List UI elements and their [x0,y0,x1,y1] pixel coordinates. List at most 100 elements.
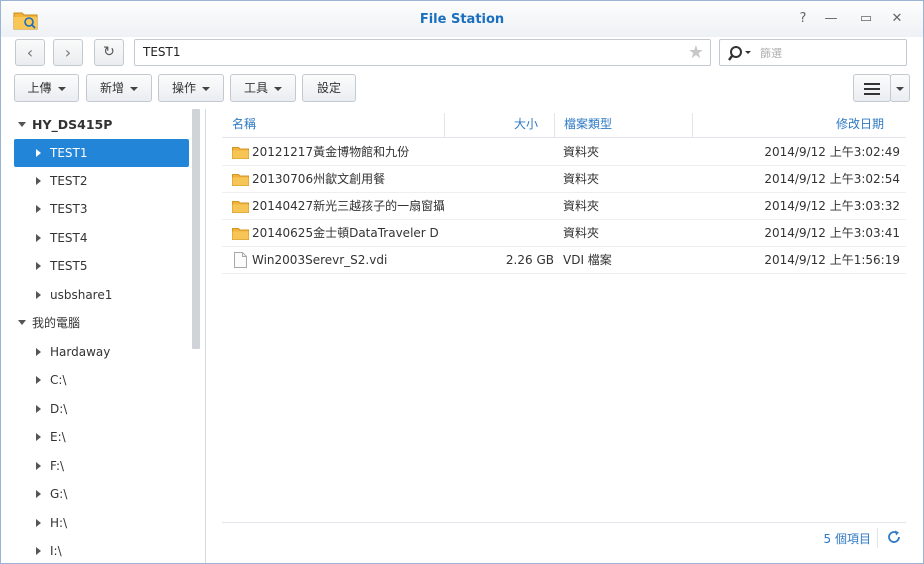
column-modified[interactable]: 修改日期 [836,111,884,138]
sidebar-item-test2[interactable]: TEST2 [14,167,189,195]
table-row[interactable]: Win2003Serevr_S2.vdi 2.26 GB VDI 檔案 2014… [222,247,906,274]
file-modified: 2014/9/12 上午3:03:41 [764,226,900,240]
folder-icon [232,174,249,186]
sidebar-item-drive-h[interactable]: H:\ [14,509,189,537]
column-divider [444,113,445,137]
folder-icon [232,228,249,240]
file-type: 資料夾 [563,226,600,240]
file-icon [234,252,247,268]
column-type[interactable]: 檔案類型 [564,111,612,138]
sidebar-item-drive-f[interactable]: F:\ [14,452,189,480]
create-button[interactable]: 新增 [86,74,152,102]
create-label: 新增 [99,81,124,95]
collapse-arrow-icon[interactable] [36,433,41,441]
action-label: 操作 [171,81,196,95]
view-options-button[interactable] [890,74,910,102]
sidebar-item-label: TEST4 [50,231,88,245]
tree-root-hy-ds415p[interactable]: HY_DS415P [14,111,194,139]
sidebar-item-label: TEST5 [50,259,88,273]
refresh-icon[interactable] [886,529,902,545]
sidebar-item-label: D:\ [50,402,68,416]
chevron-down-icon [274,86,282,91]
tree-root-my-computer[interactable]: 我的電腦 [14,309,194,337]
path-field[interactable]: TEST1 ★ [134,39,711,66]
sidebar-item-drive-c[interactable]: C:\ [14,366,189,394]
tools-button[interactable]: 工具 [230,74,296,102]
sidebar-item-label: H:\ [50,516,68,530]
collapse-arrow-icon[interactable] [36,547,41,555]
folder-icon [232,201,249,213]
collapse-arrow-icon[interactable] [36,348,41,356]
sidebar-item-label: I:\ [50,544,62,558]
sidebar-item-label: F:\ [50,459,65,473]
folder-icon [232,147,249,159]
sidebar-item-test3[interactable]: TEST3 [14,195,189,223]
table-row[interactable]: 20121217黃金博物館和九份 資料夾 2014/9/12 上午3:02:49 [222,139,906,166]
file-modified: 2014/9/12 上午3:02:54 [764,172,900,186]
sidebar-item-hardaway[interactable]: Hardaway [14,338,189,366]
view-mode-button[interactable] [853,74,891,102]
sidebar-scrollbar[interactable] [192,109,200,349]
collapse-arrow-icon[interactable] [36,405,41,413]
sidebar-item-drive-i[interactable]: I:\ [14,537,189,563]
back-button[interactable]: ‹ [15,39,45,66]
collapse-arrow-icon[interactable] [36,262,41,270]
collapse-arrow-icon[interactable] [36,149,41,157]
file-name: 20121217黃金博物館和九份 [252,145,410,159]
status-bar: 5 個項目 [222,522,906,552]
sidebar-item-label: TEST1 [50,146,88,160]
expand-arrow-icon[interactable] [18,122,26,127]
tree-root-label: HY_DS415P [32,117,113,132]
sidebar-item-drive-e[interactable]: E:\ [14,423,189,451]
footer-divider [877,528,878,548]
action-button[interactable]: 操作 [158,74,224,102]
sidebar-item-label: TEST2 [50,174,88,188]
sidebar-item-label: C:\ [50,373,67,387]
upload-button[interactable]: 上傳 [14,74,79,102]
file-modified: 2014/9/12 上午3:03:32 [764,199,900,213]
close-icon[interactable]: ✕ [889,11,905,27]
search-icon[interactable] [728,44,754,62]
collapse-arrow-icon[interactable] [36,291,41,299]
refresh-button[interactable]: ↻ [94,39,124,66]
navigation-bar: ‹ › ↻ TEST1 ★ [1,37,923,71]
collapse-arrow-icon[interactable] [36,462,41,470]
sidebar-item-label: usbshare1 [50,288,113,302]
sidebar-item-test5[interactable]: TEST5 [14,252,189,280]
star-icon[interactable]: ★ [688,40,704,65]
search-input[interactable] [760,43,900,63]
table-row[interactable]: 20130706州歙文創用餐 資料夾 2014/9/12 上午3:02:54 [222,166,906,193]
minimize-icon[interactable]: — [823,11,839,27]
table-row[interactable]: 20140625金士頓DataTraveler D 資料夾 2014/9/12 … [222,220,906,247]
sidebar-item-drive-g[interactable]: G:\ [14,480,189,508]
table-row[interactable]: 20140427新光三越孩子的一扇窗攝 資料夾 2014/9/12 上午3:03… [222,193,906,220]
settings-button[interactable]: 設定 [302,74,356,102]
collapse-arrow-icon[interactable] [36,376,41,384]
sidebar-item-test4[interactable]: TEST4 [14,224,189,252]
file-name: 20130706州歙文創用餐 [252,172,386,186]
file-name: Win2003Serevr_S2.vdi [252,253,388,267]
sidebar-item-test1[interactable]: TEST1 [14,139,189,167]
list-view-icon [864,82,880,95]
collapse-arrow-icon[interactable] [36,490,41,498]
forward-button[interactable]: › [53,39,83,66]
column-size[interactable]: 大小 [514,111,538,138]
search-box[interactable] [719,39,907,66]
file-modified: 2014/9/12 上午1:56:19 [764,253,900,267]
file-list-header: 名稱 大小 檔案類型 修改日期 [222,111,906,138]
collapse-arrow-icon[interactable] [36,177,41,185]
collapse-arrow-icon[interactable] [36,234,41,242]
help-icon[interactable]: ? [795,11,811,27]
chevron-down-icon [57,86,66,91]
file-type: VDI 檔案 [563,253,612,267]
sidebar-item-label: Hardaway [50,345,111,359]
title-bar: File Station ? — ▭ ✕ [1,1,923,37]
collapse-arrow-icon[interactable] [36,519,41,527]
sidebar-item-drive-d[interactable]: D:\ [14,395,189,423]
sidebar-item-label: E:\ [50,430,66,444]
sidebar-item-usbshare1[interactable]: usbshare1 [14,281,189,309]
expand-arrow-icon[interactable] [18,320,26,325]
maximize-icon[interactable]: ▭ [858,11,874,27]
column-name[interactable]: 名稱 [232,111,256,138]
collapse-arrow-icon[interactable] [36,205,41,213]
